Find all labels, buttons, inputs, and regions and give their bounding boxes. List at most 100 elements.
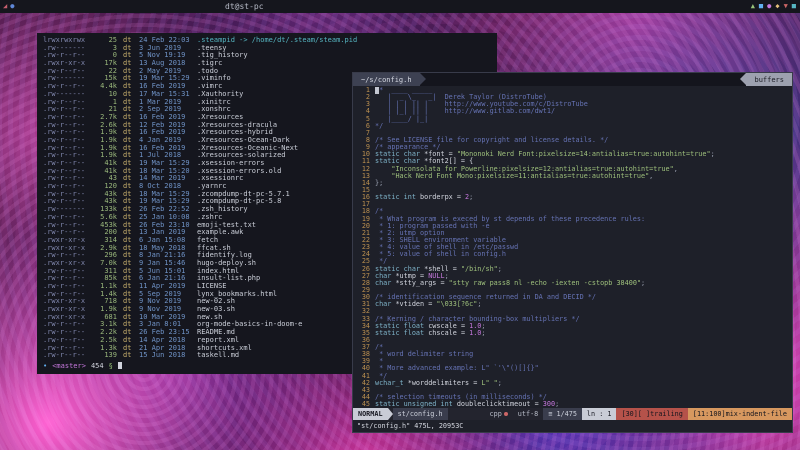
sl-dot	[504, 412, 508, 416]
tabline-spacer	[426, 73, 741, 86]
lnum: 3	[353, 101, 375, 108]
statusline-spacer	[448, 408, 485, 420]
tok-kw: static unsigned int	[375, 400, 453, 408]
mode-indicator: NORMAL	[353, 408, 388, 420]
tok-num: 300	[543, 400, 555, 408]
tok-str: "Mononoki Nerd Font:pixelsize=14:antiali…	[457, 150, 711, 158]
tok-id: *stty_args =	[391, 279, 448, 287]
tok-pn: ;	[469, 193, 473, 201]
position-indicator: ≡ 1/475	[543, 408, 582, 420]
tok-str: "Hack Nerd Font Mono:pixelsize=11:antial…	[375, 172, 649, 180]
file-row: .rw-------3dt3 Jun 2019.teensy	[43, 45, 491, 53]
filetype-indicator: cpp	[485, 408, 513, 420]
tok-pn: ;	[477, 300, 481, 308]
fname: taskell.md	[197, 352, 239, 360]
tok-kw: char	[375, 300, 391, 308]
tok-pn: ,	[674, 165, 678, 173]
prompt-dot: •	[43, 362, 47, 370]
ltext: char *vtiden = "\033[?6c";	[375, 301, 481, 308]
mixed-indent-warning: [11:100]mix-indent-file	[688, 408, 792, 420]
status-icon: ◆	[775, 0, 779, 13]
tok-num: 1.0	[469, 329, 481, 337]
tab-config-h[interactable]: ~/s/config.h	[353, 73, 420, 86]
vim-window[interactable]: ~/s/config.h buffers 1/* ____ _____2 | _…	[352, 72, 793, 433]
git-branch-label: <master>	[52, 362, 86, 370]
fdate: 15 Jun 2018	[139, 352, 197, 360]
code-area[interactable]: 1/* ____ _____2 | _ \_ _| Derek Taylor (…	[353, 86, 792, 408]
tok-id: borderpx =	[416, 193, 465, 201]
status-icon: ●	[767, 0, 771, 13]
top-status-bar: ◢● dt@st-pc ▲■●◆▼■	[0, 0, 800, 13]
code-lines: 1/* ____ _____2 | _ \_ _| Derek Taylor (…	[353, 87, 792, 408]
lnum: 5	[353, 116, 375, 123]
ltext: static unsigned int doubleclicktimeout =…	[375, 401, 559, 408]
ltext: "Hack Nerd Font Mono:pixelsize=11:antial…	[375, 173, 653, 180]
vim-statusline: NORMAL st/config.h cpputf-8≡ 1/475ln : 1…	[353, 408, 792, 420]
status-icon: ◢	[3, 0, 7, 13]
vim-command-line: "st/config.h" 475L, 20953C	[353, 420, 792, 432]
buffers-label: buffers	[746, 73, 792, 86]
ltext: char *stty_args = "stty raw pass8 nl -ec…	[375, 280, 645, 287]
status-icon: ■	[759, 0, 763, 13]
focused-window-title: dt@st-pc	[225, 2, 264, 11]
code-line: 45static unsigned int doubleclicktimeout…	[353, 401, 792, 408]
lnum: 45	[353, 401, 375, 408]
tok-com: * More advanced example: L" `'\"()[]{}"	[375, 364, 539, 372]
column-indicator: ln : 1	[582, 408, 617, 420]
code-line: 16static int borderpx = 2;	[353, 194, 792, 201]
code-line: 40 * More advanced example: L" `'\"()[]{…	[353, 365, 792, 372]
tok-id: doubleclicktimeout =	[453, 400, 543, 408]
code-line: 42wchar_t *worddelimiters = L" ";	[353, 380, 792, 387]
ltext: */	[375, 123, 383, 130]
tok-kw: static int	[375, 193, 416, 201]
topbar-left-icons: ◢●	[0, 0, 14, 13]
tok-pn: ;	[641, 279, 645, 287]
ltext: * More advanced example: L" `'\"()[]{}"	[375, 365, 539, 372]
prompt-symbol: §	[109, 362, 113, 370]
lnum: 8	[353, 137, 375, 144]
tok-pn: ,	[649, 172, 653, 180]
statusline-right: cpputf-8≡ 1/475ln : 1[30][ ]trailing[11:…	[485, 408, 792, 420]
code-line: 24 * 5: value of shell in config.h	[353, 251, 792, 258]
statusline-filename: st/config.h	[393, 408, 448, 420]
lnum: 7	[353, 130, 375, 137]
tok-kw: char	[375, 279, 391, 287]
code-line: 36	[353, 337, 792, 344]
lnum: 2	[353, 94, 375, 101]
tok-kw: wchar_t	[375, 379, 404, 387]
vim-tabline: ~/s/config.h buffers	[353, 73, 792, 86]
tok-str: "\033[?6c"	[436, 300, 477, 308]
lnum: 6	[353, 123, 375, 130]
code-line: 31char *vtiden = "\033[?6c";	[353, 301, 792, 308]
terminal-cursor	[118, 362, 122, 369]
code-line: 35static float chscale = 1.0;	[353, 330, 792, 337]
tok-pn: ;	[498, 379, 502, 387]
encoding-indicator: utf-8	[513, 408, 543, 420]
tok-com: */	[375, 122, 383, 130]
size: 139	[91, 352, 117, 360]
lnum: 4	[353, 108, 375, 115]
tok-com: * word delimiter string	[375, 350, 473, 358]
desktop: ◢● dt@st-pc ▲■●◆▼■ lrwxrwxrwx25dt24 Feb …	[0, 0, 800, 450]
tok-com: * 5: value of shell in config.h	[375, 250, 506, 258]
status-icon: ▲	[751, 0, 755, 13]
ltext: static int borderpx = 2;	[375, 194, 473, 201]
trailing-whitespace-warning: [30][ ]trailing	[616, 408, 687, 420]
file-row: lrwxrwxrwx25dt24 Feb 22:03.steampid -> /…	[43, 37, 491, 45]
ltext: * 5: value of shell in config.h	[375, 251, 506, 258]
ltext: static float chscale = 1.0;	[375, 330, 486, 337]
code-line: 14};	[353, 180, 792, 187]
code-line: 6*/	[353, 123, 792, 130]
status-icon: ▼	[784, 0, 788, 13]
ltext: * word delimiter string	[375, 351, 473, 358]
perm: .rw-r--r--	[43, 352, 91, 360]
tok-pn: };	[375, 179, 383, 187]
prompt-count: 454	[91, 362, 104, 370]
status-icon: ●	[10, 0, 14, 13]
tok-pn: ;	[498, 265, 502, 273]
tok-str: L" "	[481, 379, 497, 387]
tok-str: "/bin/sh"	[461, 265, 498, 273]
status-icon: ■	[792, 0, 796, 13]
lnum: 1	[353, 87, 375, 94]
tok-id: *vtiden =	[391, 300, 436, 308]
